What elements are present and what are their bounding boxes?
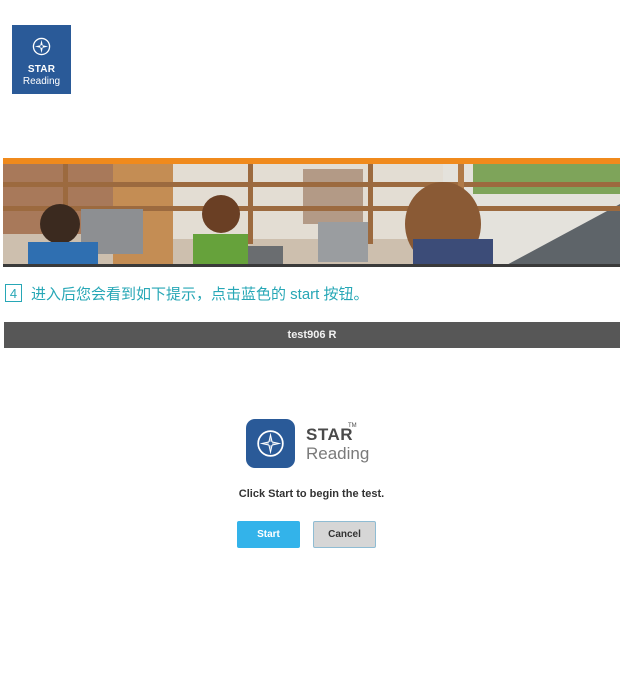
start-button[interactable]: Start xyxy=(237,521,300,548)
cancel-button[interactable]: Cancel xyxy=(313,521,376,548)
corner-logo-brand: STAR xyxy=(27,64,56,75)
compass-icon xyxy=(257,430,284,457)
classroom-banner-image xyxy=(3,164,620,267)
step-text: 进入后您会看到如下提示，点击蓝色的 start 按钮。 xyxy=(31,285,369,303)
app-logo xyxy=(246,419,295,468)
step-number: 4 xyxy=(5,284,22,302)
brand-name: STAR xyxy=(306,425,354,444)
compass-icon xyxy=(32,37,51,56)
app-brand: STAR TM Reading xyxy=(306,423,370,464)
corner-logo-product: Reading xyxy=(22,76,61,87)
session-title: test906 R xyxy=(287,329,337,341)
product-name: Reading xyxy=(306,444,370,463)
session-titlebar: test906 R xyxy=(4,322,620,348)
corner-logo: STAR Reading xyxy=(12,25,71,94)
step-instruction: 4 进入后您会看到如下提示，点击蓝色的 start 按钮。 xyxy=(5,282,369,304)
trademark: TM xyxy=(348,423,357,429)
start-prompt: Click Start to begin the test. xyxy=(238,488,385,500)
